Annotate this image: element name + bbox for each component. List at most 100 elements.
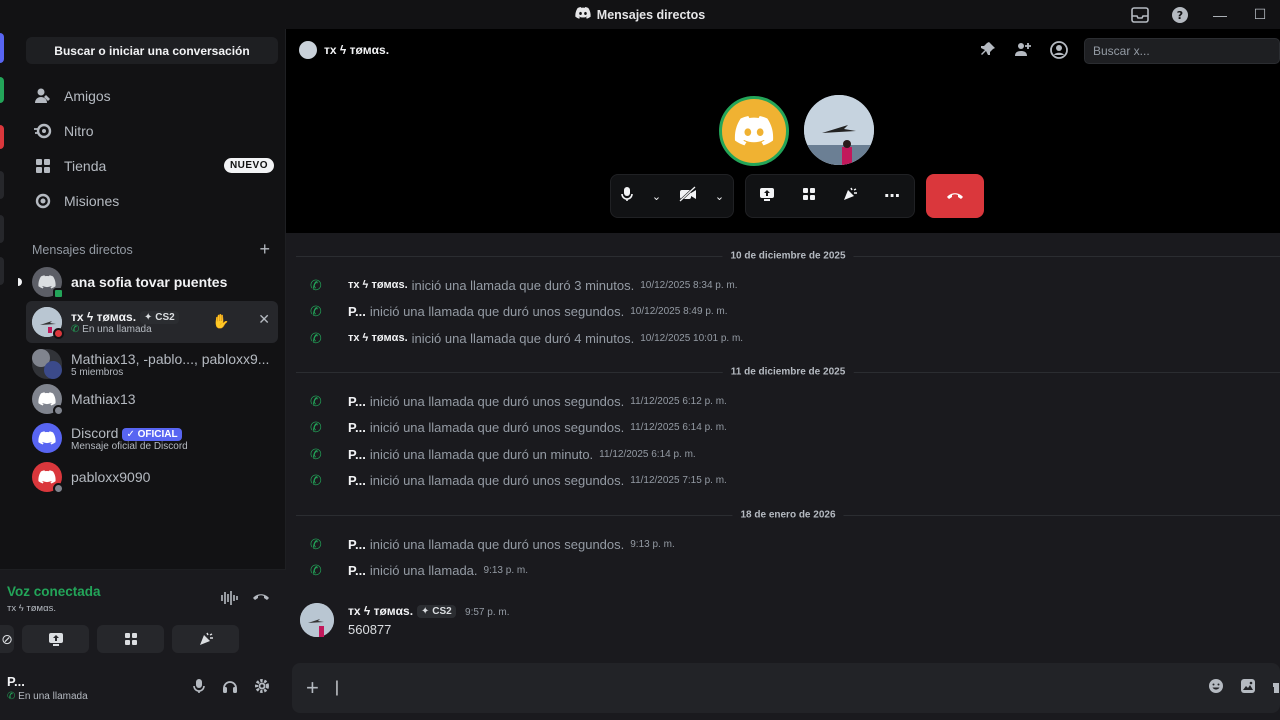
emoji-icon[interactable] <box>1208 678 1224 698</box>
in-call-status-icon <box>53 328 64 339</box>
dm-item[interactable]: Mathiax13, -pablo..., pabloxx9... 5 miem… <box>26 344 278 384</box>
user-panel: P... ✆ En una llamada <box>0 660 286 720</box>
rail-server-1[interactable] <box>0 77 4 103</box>
call-author[interactable]: P... <box>348 420 366 435</box>
call-text: inició una llamada que duró un minuto. <box>369 446 594 462</box>
sidebar-item-friends[interactable]: Amigos <box>26 79 278 113</box>
group-avatar <box>32 349 62 379</box>
user-status-text: En una llamada <box>18 691 88 702</box>
dm-item-active[interactable]: тx ϟ тøмαѕ. ✦ CS2 ✆ En una llamada ✋ ✕ <box>26 301 278 343</box>
maximize-icon[interactable]: ☐ <box>1240 0 1280 29</box>
microphone-icon[interactable] <box>192 678 206 699</box>
headphones-icon[interactable] <box>222 678 238 699</box>
pinned-messages-icon[interactable] <box>980 41 996 64</box>
call-log-message: ✆ P... inició una llamada que duró un mi… <box>310 444 696 464</box>
find-conversation-button[interactable]: Buscar o iniciar una conversación <box>26 37 278 64</box>
dm-item[interactable]: Mathiax13 <box>26 379 278 419</box>
sticker-icon[interactable] <box>1240 678 1256 698</box>
timestamp: 10/12/2025 8:34 p. m. <box>640 279 738 291</box>
phone-icon: ✆ <box>310 329 322 346</box>
call-screen-share-icon[interactable] <box>759 186 775 207</box>
dm-name: Discord <box>71 424 119 441</box>
message-input[interactable]: + | <box>292 663 1280 713</box>
sidebar-item-nitro[interactable]: Nitro <box>26 114 278 148</box>
date-divider-label: 11 de diciembre de 2025 <box>722 366 854 378</box>
voice-channel-name[interactable]: тx ϟ тøмαѕ. <box>7 603 56 614</box>
rail-server-2[interactable] <box>0 125 4 149</box>
call-author[interactable]: P... <box>348 563 366 578</box>
mic-options-chevron-icon[interactable]: ⌄ <box>652 190 661 203</box>
call-activities-icon[interactable] <box>801 186 817 207</box>
more-options-icon[interactable]: ⋯ <box>884 186 901 206</box>
clan-tag: ✦ CS2 <box>417 605 456 618</box>
minimize-icon[interactable]: — <box>1200 0 1240 29</box>
camera-off-button[interactable]: ⊘ <box>0 625 14 653</box>
avatar <box>32 423 62 453</box>
call-text: inició una llamada. <box>369 562 478 578</box>
timestamp: 9:13 p. m. <box>630 538 675 550</box>
call-log-message: ✆ P... inició una llamada que duró unos … <box>310 391 727 411</box>
search-input[interactable]: Buscar x... <box>1084 38 1280 64</box>
rail-home-indicator[interactable] <box>0 33 4 63</box>
user-profile-icon[interactable] <box>1050 41 1068 64</box>
sidebar-item-label: Nitro <box>64 123 94 139</box>
header-username[interactable]: тx ϟ тøмαѕ. <box>324 43 389 57</box>
dm-name: Mathiax13, -pablo..., pabloxx9... <box>71 350 270 367</box>
rail-server-3[interactable] <box>0 171 4 199</box>
offline-status-icon <box>53 483 64 494</box>
activities-button[interactable] <box>97 625 164 653</box>
call-log-message: ✆ P... inició una llamada que duró unos … <box>310 470 727 490</box>
call-participant-self[interactable] <box>719 96 789 166</box>
settings-gear-icon[interactable] <box>254 678 270 699</box>
message-avatar[interactable] <box>300 603 334 637</box>
screen-share-button[interactable] <box>22 625 89 653</box>
call-camera-off-icon[interactable] <box>679 185 697 207</box>
phone-icon: ✆ <box>310 276 322 293</box>
rail-server-4[interactable] <box>0 215 4 243</box>
avatar <box>32 267 64 299</box>
call-author[interactable]: тx ϟ тøмαѕ. <box>348 332 408 344</box>
voice-activity-icon[interactable] <box>220 590 238 610</box>
composer-area: + | <box>286 663 1280 720</box>
call-microphone-icon[interactable] <box>620 186 634 207</box>
rail-server-5[interactable] <box>0 257 4 285</box>
call-participant-other[interactable] <box>804 95 874 165</box>
camera-options-chevron-icon[interactable]: ⌄ <box>715 190 724 203</box>
upload-plus-icon[interactable]: + <box>306 675 319 701</box>
sidebar-item-shop[interactable]: Tienda NUEVO <box>26 149 278 183</box>
close-dm-icon[interactable]: ✕ <box>258 311 270 328</box>
soundboard-button[interactable] <box>172 625 239 653</box>
dm-item[interactable]: Discord ✓ OFICIAL Mensaje oficial de Disc… <box>26 418 278 458</box>
quests-icon <box>34 192 52 210</box>
call-author[interactable]: P... <box>348 473 366 488</box>
phone-icon: ✆ <box>310 561 322 578</box>
user-name[interactable]: P... <box>7 674 25 689</box>
message-list: 10 de diciembre de 2025 ✆ тx ϟ тøмαѕ. in… <box>286 233 1280 663</box>
hang-up-button[interactable] <box>926 174 984 218</box>
inbox-icon[interactable] <box>1120 0 1160 29</box>
call-soundboard-icon[interactable] <box>842 186 858 207</box>
phone-icon: ✆ <box>310 418 322 435</box>
disconnect-icon[interactable] <box>252 590 270 610</box>
svg-text:?: ? <box>1177 9 1183 22</box>
dm-item[interactable]: ana sofia tovar puentes <box>18 262 278 302</box>
dm-subtitle: En una llamada <box>82 323 152 335</box>
gift-icon[interactable] <box>1272 678 1280 698</box>
call-author[interactable]: P... <box>348 304 366 319</box>
dm-item[interactable]: pabloxx9090 <box>26 457 278 497</box>
phone-icon: ✆ <box>310 445 322 462</box>
call-log-message: ✆ P... inició una llamada. 9:13 p. m. <box>310 560 528 580</box>
message-author[interactable]: тx ϟ тøмαѕ. <box>348 604 413 618</box>
timestamp: 11/12/2025 6:14 p. m. <box>599 448 696 460</box>
sidebar-item-quests[interactable]: Misiones <box>26 184 278 218</box>
phone-icon: ✆ <box>310 471 322 488</box>
help-icon[interactable]: ? <box>1160 0 1200 29</box>
call-author[interactable]: P... <box>348 537 366 552</box>
create-dm-icon[interactable]: + <box>259 240 270 258</box>
timestamp: 11/12/2025 6:12 p. m. <box>630 395 727 407</box>
call-author[interactable]: P... <box>348 447 366 462</box>
call-actions-group: ⋯ <box>745 174 915 218</box>
add-friends-to-dm-icon[interactable] <box>1014 41 1032 64</box>
call-author[interactable]: тx ϟ тøмαѕ. <box>348 279 408 291</box>
call-author[interactable]: P... <box>348 394 366 409</box>
